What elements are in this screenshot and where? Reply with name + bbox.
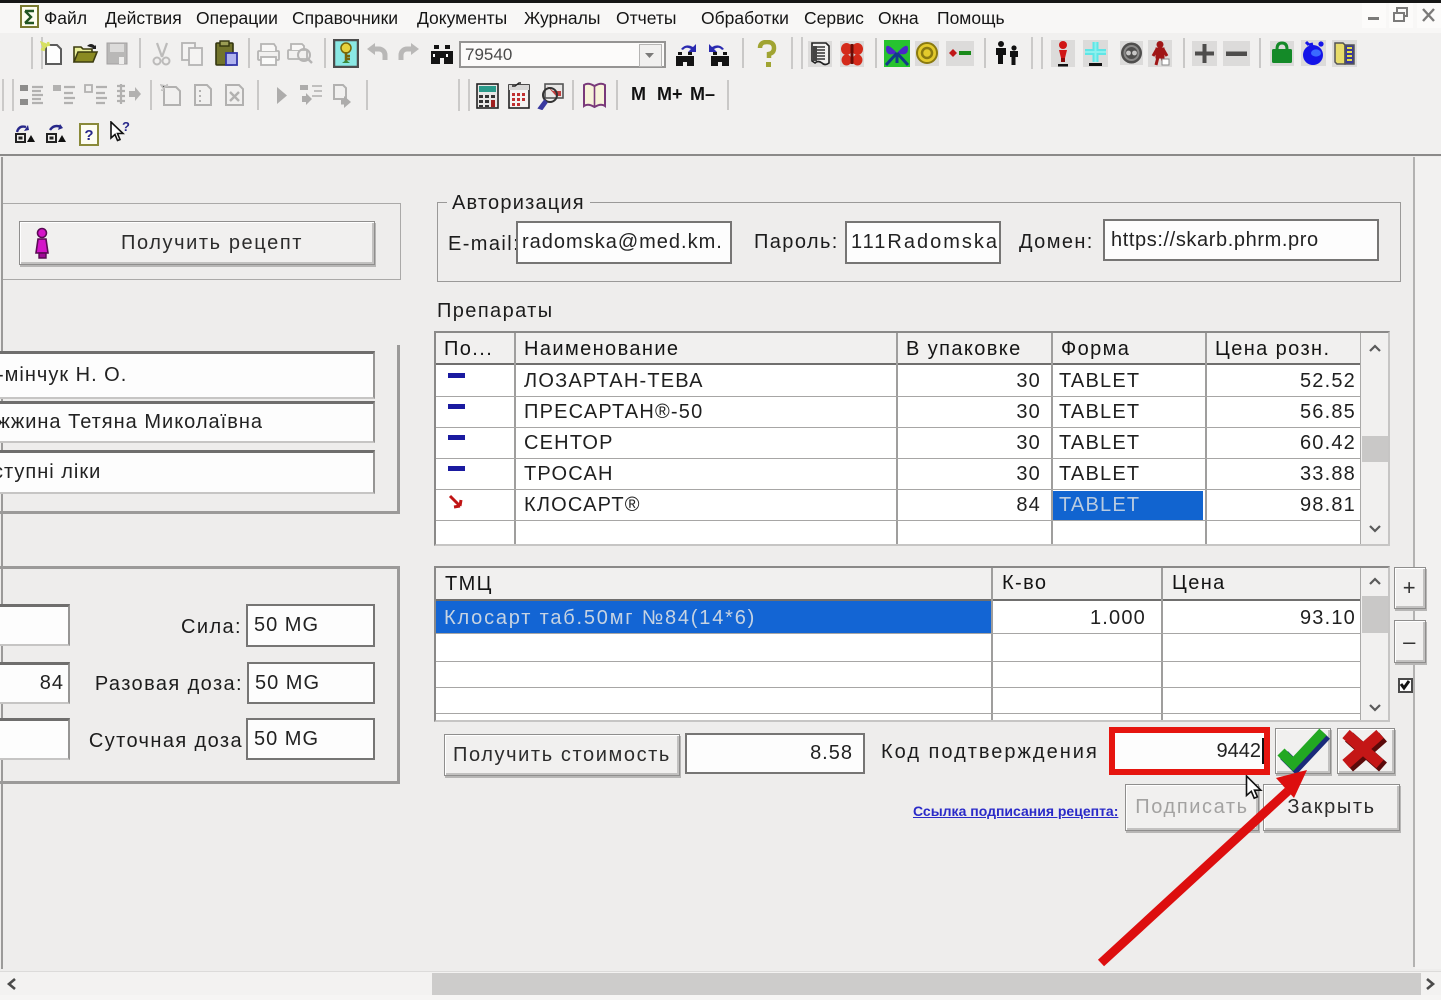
svg-text:?: ?: [84, 127, 93, 144]
svg-text:?: ?: [122, 121, 130, 134]
